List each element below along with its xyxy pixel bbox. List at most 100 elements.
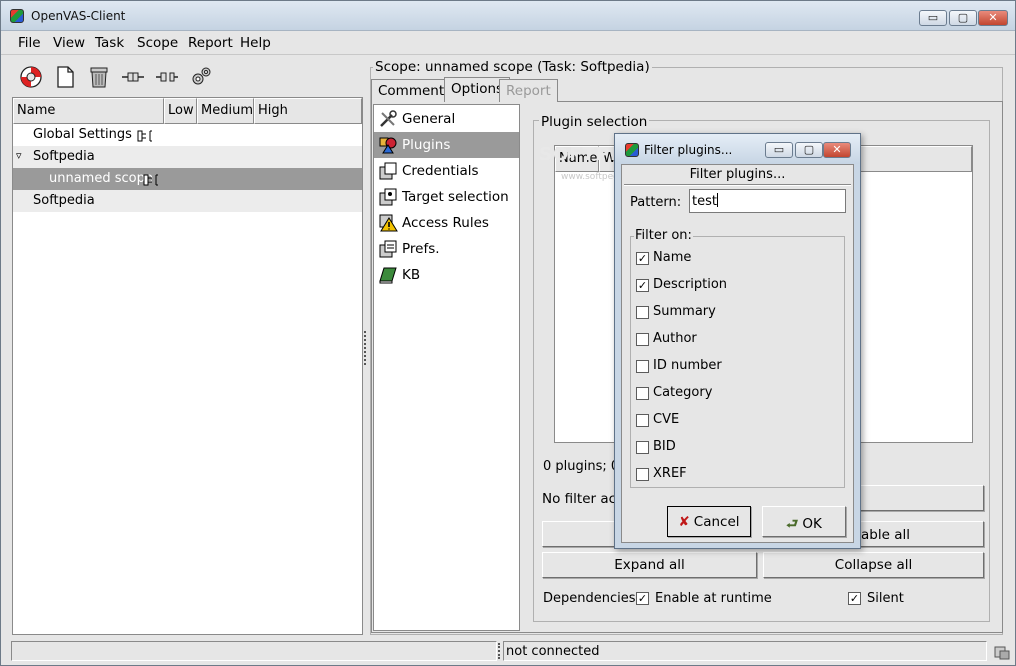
- target-selection-icon: [379, 188, 397, 206]
- silent-label: Silent: [867, 591, 904, 606]
- menu-help[interactable]: Help: [240, 35, 271, 51]
- pattern-label: Pattern:: [630, 195, 682, 210]
- filter-summary-checkbox[interactable]: [636, 306, 649, 319]
- menu-scope[interactable]: Scope: [137, 35, 178, 51]
- pane-splitter-handle[interactable]: [364, 331, 367, 365]
- category-label: Credentials: [402, 163, 479, 179]
- dialog-heading: Filter plugins...: [689, 167, 786, 182]
- connect-icon[interactable]: [121, 65, 145, 89]
- cancel-x-icon: ✘: [678, 514, 690, 530]
- filter-cve-checkbox[interactable]: [636, 414, 649, 427]
- credentials-icon: [379, 162, 397, 180]
- category-label: Target selection: [402, 189, 509, 205]
- collapse-all-button[interactable]: Collapse all: [763, 552, 984, 578]
- tree-row-softpedia-task[interactable]: ▿ Softpedia: [13, 146, 362, 168]
- tree-row-label: Softpedia: [33, 149, 95, 164]
- column-low[interactable]: Low: [164, 98, 197, 124]
- dialog-title-bar[interactable]: Filter plugins... ▭ ▢ ✕: [615, 134, 860, 164]
- column-name[interactable]: Name: [13, 98, 164, 124]
- scope-title: Scope: unnamed scope (Task: Softpedia): [373, 59, 652, 75]
- category-target-selection[interactable]: Target selection: [374, 184, 519, 210]
- window-title: OpenVAS-Client: [31, 9, 126, 23]
- filter-description-checkbox[interactable]: ✓: [636, 279, 649, 292]
- filter-name-label: Name: [653, 250, 692, 265]
- filter-category-label: Category: [653, 385, 713, 400]
- filter-button[interactable]: [857, 485, 984, 511]
- warning-icon: [379, 214, 398, 232]
- menu-task[interactable]: Task: [95, 35, 124, 51]
- category-access-rules[interactable]: Access Rules: [374, 210, 519, 236]
- category-label: Plugins: [402, 137, 451, 153]
- maximize-button[interactable]: ▢: [949, 10, 977, 26]
- pattern-value: test: [692, 194, 717, 209]
- category-label: General: [402, 111, 456, 127]
- column-medium[interactable]: Medium: [197, 98, 254, 124]
- menu-bar: File View Task Scope Report Help: [1, 31, 1015, 55]
- trash-icon[interactable]: [87, 65, 111, 89]
- toolbar: [11, 59, 363, 95]
- category-label: Prefs.: [402, 241, 440, 257]
- dialog-maximize-button[interactable]: ▢: [795, 142, 823, 158]
- category-kb[interactable]: KB: [374, 262, 519, 288]
- connection-status-icon: [994, 646, 1010, 660]
- status-splitter[interactable]: [498, 643, 501, 659]
- menu-view[interactable]: View: [53, 35, 85, 51]
- tree-row-global-settings[interactable]: Global Settings: [13, 124, 362, 146]
- menu-file[interactable]: File: [18, 35, 41, 51]
- filter-id-number-checkbox[interactable]: [636, 360, 649, 373]
- ok-arrow-icon: ⮐: [786, 516, 799, 532]
- enable-at-runtime-checkbox[interactable]: ✓: [636, 592, 649, 605]
- title-bar[interactable]: OpenVAS-Client ▭ ▢ ✕: [1, 1, 1015, 31]
- new-document-icon[interactable]: [53, 65, 77, 89]
- tree-row-unnamed-scope[interactable]: unnamed scope: [13, 168, 362, 190]
- dependencies-label: Dependencies:: [543, 591, 640, 606]
- silent-checkbox[interactable]: ✓: [848, 592, 861, 605]
- column-high[interactable]: High: [254, 98, 362, 124]
- dialog-minimize-button[interactable]: ▭: [765, 142, 793, 158]
- close-button[interactable]: ✕: [978, 10, 1008, 26]
- filter-xref-label: XREF: [653, 466, 687, 481]
- filter-author-checkbox[interactable]: [636, 333, 649, 346]
- disconnect-icon[interactable]: [155, 65, 179, 89]
- filter-on-label: Filter on:: [634, 228, 693, 243]
- cancel-button[interactable]: ✘ Cancel: [667, 506, 751, 537]
- tree-row-label: Global Settings: [33, 127, 132, 142]
- minimize-button[interactable]: ▭: [919, 10, 947, 26]
- book-icon: [379, 267, 397, 284]
- settings-gears-icon[interactable]: [189, 65, 213, 89]
- dialog-close-button[interactable]: ✕: [823, 142, 851, 158]
- pattern-input[interactable]: test: [689, 189, 846, 213]
- expand-all-button[interactable]: Expand all: [542, 552, 757, 578]
- filter-description-label: Description: [653, 277, 728, 292]
- filter-category-checkbox[interactable]: [636, 387, 649, 400]
- filter-bid-label: BID: [653, 439, 676, 454]
- enable-all-label: able all: [861, 527, 910, 543]
- plugins-icon: [379, 137, 397, 154]
- category-label: KB: [402, 267, 421, 283]
- category-label: Access Rules: [402, 215, 489, 231]
- category-plugins[interactable]: Plugins: [374, 132, 519, 158]
- filter-name-checkbox[interactable]: ✓: [636, 252, 649, 265]
- tab-report[interactable]: Report: [499, 79, 558, 102]
- main-window: OpenVAS-Client ▭ ▢ ✕ File View Task Scop…: [0, 0, 1016, 666]
- category-general[interactable]: General: [374, 106, 519, 132]
- category-credentials[interactable]: Credentials: [374, 158, 519, 184]
- filter-bid-checkbox[interactable]: [636, 441, 649, 454]
- dialog-title: Filter plugins...: [644, 143, 733, 157]
- options-category-list: General Plugins Credentials Target selec…: [373, 104, 520, 631]
- preferences-icon: [379, 240, 397, 258]
- status-left-pane: [11, 641, 497, 661]
- lifebuoy-icon[interactable]: [19, 65, 43, 89]
- filter-xref-checkbox[interactable]: [636, 468, 649, 481]
- category-prefs[interactable]: Prefs.: [374, 236, 519, 262]
- menu-report[interactable]: Report: [188, 35, 233, 51]
- filter-summary-label: Summary: [653, 304, 716, 319]
- tools-icon: [380, 110, 397, 127]
- dialog-body: Filter plugins... Pattern: test Filter o…: [621, 164, 854, 543]
- filter-id-number-label: ID number: [653, 358, 722, 373]
- filter-cve-label: CVE: [653, 412, 680, 427]
- filter-plugins-dialog: Filter plugins... ▭ ▢ ✕ Filter plugins..…: [614, 133, 861, 549]
- tree-row-softpedia[interactable]: Softpedia: [13, 190, 362, 212]
- expander-icon[interactable]: ▿: [16, 149, 22, 162]
- ok-button[interactable]: ⮐ OK: [762, 506, 846, 537]
